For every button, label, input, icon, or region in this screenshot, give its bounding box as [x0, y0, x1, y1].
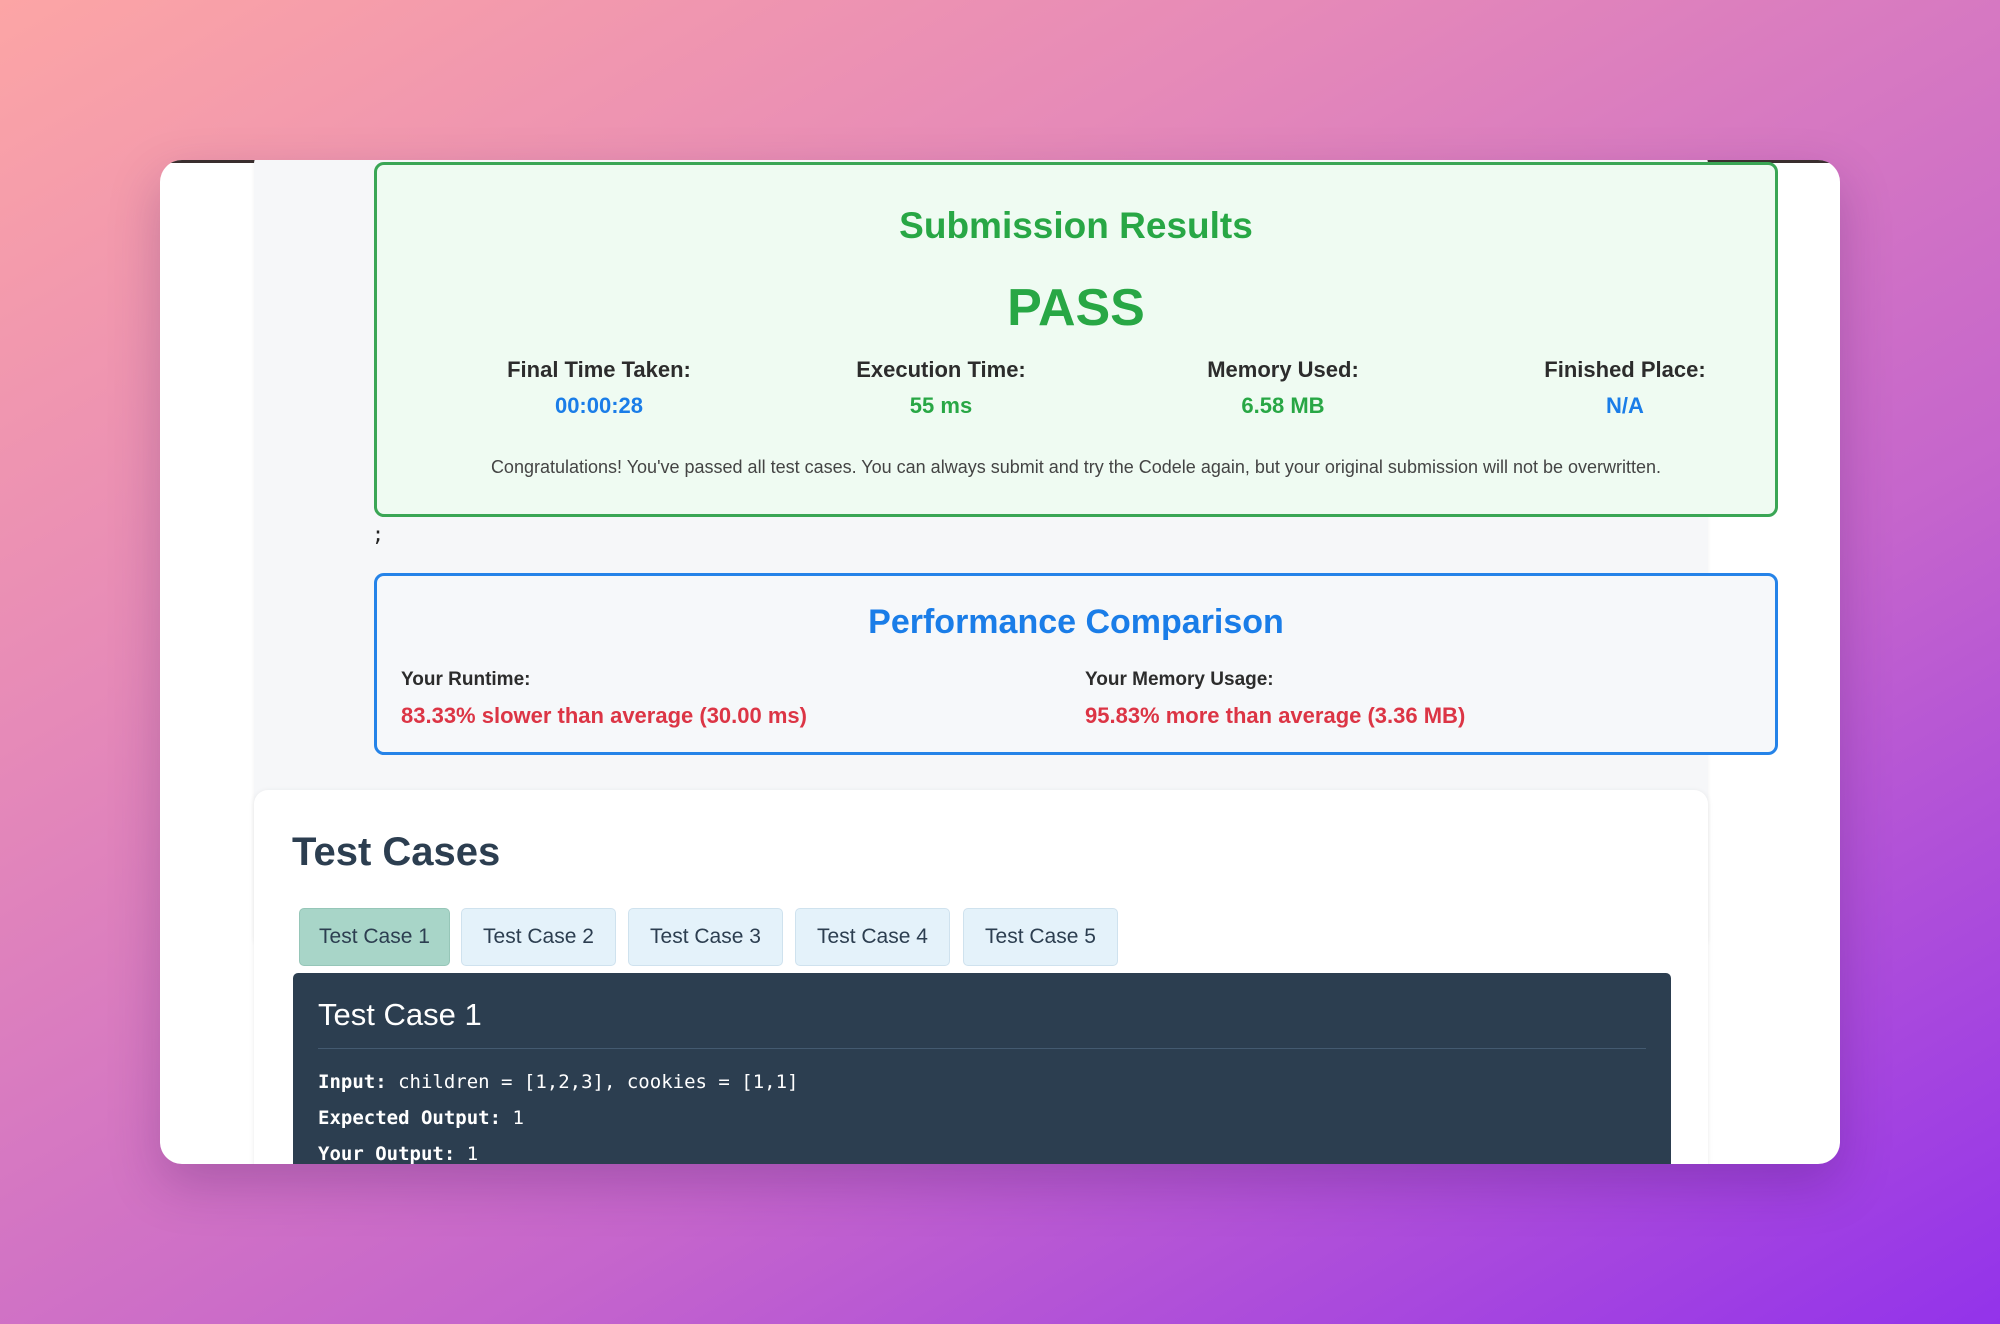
memory-value: 95.83% more than average (3.36 MB)	[1085, 703, 1466, 728]
tab-test-case-3[interactable]: Test Case 3	[628, 908, 783, 966]
stat-label: Memory Used:	[1207, 357, 1359, 382]
test-case-panel: Test Case 1 Input: children = [1,2,3], c…	[293, 973, 1671, 1164]
stat-value: 00:00:28	[554, 393, 644, 418]
stat-finished-place: Finished Place: N/A	[1475, 357, 1775, 419]
pass-status: PASS	[1007, 279, 1145, 337]
runtime-comparison: Your Runtime: 83.33% slower than average…	[401, 669, 807, 729]
panel-divider	[318, 1048, 1646, 1049]
test-cases-title: Test Cases	[292, 830, 501, 874]
performance-comparison-box: Performance Comparison Your Runtime: 83.…	[374, 573, 1778, 755]
memory-comparison: Your Memory Usage: 95.83% more than aver…	[1085, 669, 1465, 729]
congratulations-message: Congratulations! You've passed all test …	[490, 457, 1662, 477]
tab-test-case-4[interactable]: Test Case 4	[795, 908, 950, 966]
stat-execution-time: Execution Time: 55 ms	[791, 357, 1091, 419]
memory-label: Your Memory Usage:	[1085, 669, 1274, 690]
tab-test-case-1[interactable]: Test Case 1	[299, 908, 450, 966]
input-label: Input:	[318, 1071, 387, 1093]
input-value: children = [1,2,3], cookies = [1,1]	[398, 1071, 799, 1093]
performance-title: Performance Comparison	[868, 603, 1284, 641]
stat-label: Finished Place:	[1544, 357, 1706, 382]
input-line: Input: children = [1,2,3], cookies = [1,…	[318, 1071, 798, 1093]
panel-title: Test Case 1	[318, 997, 482, 1032]
stat-value: 6.58 MB	[1241, 393, 1325, 418]
stat-value: 55 ms	[909, 393, 973, 418]
stat-value: N/A	[1606, 393, 1644, 418]
stray-semicolon: ;	[372, 522, 385, 546]
tab-test-case-2[interactable]: Test Case 2	[461, 908, 616, 966]
your-output-line: Your Output: 1	[318, 1143, 478, 1164]
stat-memory-used: Memory Used: 6.58 MB	[1133, 357, 1433, 419]
test-cases-card: Test Cases Test Case 1 Test Case 2 Test …	[254, 790, 1708, 1164]
submission-results-box: Submission Results PASS Final Time Taken…	[374, 162, 1778, 517]
runtime-label: Your Runtime:	[401, 669, 531, 690]
stat-label: Execution Time:	[856, 357, 1026, 382]
stat-label: Final Time Taken:	[507, 357, 691, 382]
your-output-value: 1	[466, 1143, 479, 1164]
your-output-label: Your Output:	[318, 1143, 456, 1164]
tab-test-case-5[interactable]: Test Case 5	[963, 908, 1118, 966]
submission-results-title: Submission Results	[899, 205, 1253, 246]
expected-output-value: 1	[512, 1107, 524, 1129]
browser-window: Submission Results PASS Final Time Taken…	[160, 160, 1840, 1164]
runtime-value: 83.33% slower than average (30.00 ms)	[401, 703, 807, 728]
stat-final-time: Final Time Taken: 00:00:28	[449, 357, 749, 419]
expected-output-line: Expected Output: 1	[318, 1107, 524, 1129]
expected-output-label: Expected Output:	[318, 1107, 502, 1129]
